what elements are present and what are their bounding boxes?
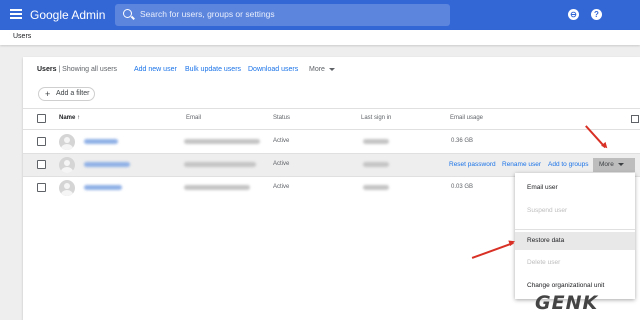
email-usage: 0.36 GB (451, 138, 474, 144)
search-placeholder: Search for users, groups or settings (140, 9, 275, 19)
status-text: Active (273, 161, 290, 167)
rename-user-link[interactable]: Rename user (502, 161, 541, 168)
menu-item-delete-user: Delete user (527, 259, 561, 266)
redacted-email (184, 162, 256, 167)
menu-item-restore-data[interactable]: Restore data (515, 232, 635, 250)
chevron-down-icon (617, 162, 624, 166)
chevron-down-icon (328, 67, 335, 71)
app-title[interactable]: Google Admin (30, 8, 105, 22)
email-usage: 0.03 GB (451, 184, 474, 190)
search-input[interactable]: Search for users, groups or settings (115, 4, 450, 26)
redacted-name[interactable] (84, 185, 122, 190)
add-to-groups-link[interactable]: Add to groups (548, 161, 588, 168)
row-checkbox[interactable] (37, 183, 46, 192)
more-actions-menu: Email user Suspend user Restore data Del… (515, 173, 635, 299)
add-new-user-link[interactable]: Add new user (134, 66, 177, 73)
row-checkbox[interactable] (37, 160, 46, 169)
redacted-name[interactable] (84, 139, 118, 144)
account-circle-icon[interactable]: ⊖ (568, 9, 579, 20)
column-header-last-sign-in[interactable]: Last sign in (361, 115, 391, 121)
column-header-email-usage[interactable]: Email usage (450, 115, 483, 121)
menu-item-suspend-user: Suspend user (527, 207, 568, 214)
redacted-last-sign-in (363, 185, 389, 190)
breadcrumb-users[interactable]: Users (13, 33, 31, 40)
avatar (59, 157, 75, 173)
search-icon (123, 9, 132, 18)
redacted-name[interactable] (84, 162, 130, 167)
bulk-update-users-link[interactable]: Bulk update users (185, 66, 241, 73)
help-icon[interactable]: ? (591, 9, 602, 20)
card-more-dropdown[interactable]: More (309, 66, 335, 73)
reset-password-link[interactable]: Reset password (449, 161, 496, 168)
top-app-bar: Google Admin Search for users, groups or… (0, 0, 640, 30)
column-header-email[interactable]: Email (186, 115, 201, 121)
sort-arrow-up-icon: ↑ (77, 115, 81, 121)
column-header-name[interactable]: Name ↑ (59, 115, 80, 121)
divider (23, 129, 640, 130)
table-row[interactable]: Active 0.36 GB (23, 131, 640, 153)
redacted-email (184, 185, 250, 190)
redacted-last-sign-in (363, 139, 389, 144)
column-settings-icon[interactable] (631, 115, 639, 123)
download-users-link[interactable]: Download users (248, 66, 298, 73)
plus-icon: + (45, 89, 51, 99)
add-filter-button[interactable]: + Add a filter (38, 87, 95, 101)
redacted-email (184, 139, 260, 144)
divider (23, 108, 640, 109)
avatar (59, 180, 75, 196)
select-all-checkbox[interactable] (37, 114, 46, 123)
redacted-last-sign-in (363, 162, 389, 167)
menu-item-email-user[interactable]: Email user (515, 179, 635, 197)
card-title: Users | Showing all users (37, 66, 118, 73)
status-text: Active (273, 138, 290, 144)
avatar (59, 134, 75, 150)
menu-divider (515, 229, 635, 230)
row-more-button[interactable]: More (593, 158, 635, 172)
hamburger-menu-icon[interactable] (10, 9, 22, 19)
column-header-status[interactable]: Status (273, 115, 290, 121)
row-checkbox[interactable] (37, 137, 46, 146)
status-text: Active (273, 184, 290, 190)
breadcrumb: Users (0, 30, 640, 45)
watermark-logo: GENK (535, 292, 599, 314)
